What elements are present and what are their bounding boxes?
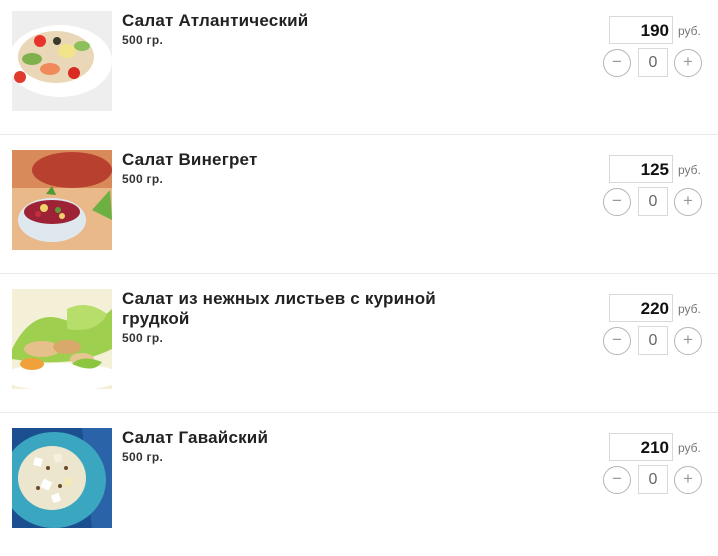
price-value: 220 [609,294,673,322]
product-item: Салат Атлантический 500 гр. 190 руб. − 0… [0,0,718,139]
quantity-input[interactable]: 0 [638,48,668,77]
product-weight: 500 гр. [122,450,164,464]
currency-label: руб. [678,302,701,316]
product-item: Салат Гавайский 500 гр. 210 руб. − 0 + [0,417,718,556]
decrease-quantity-button[interactable]: − [603,327,631,355]
item-divider [0,273,718,274]
product-image-salad-atlantic[interactable] [12,11,112,111]
product-title[interactable]: Салат Атлантический 500 гр. [122,11,492,48]
product-title[interactable]: Салат Винегрет 500 гр. [122,150,492,187]
product-weight: 500 гр. [122,331,164,345]
decrease-quantity-button[interactable]: − [603,49,631,77]
product-title[interactable]: Салат из нежных листьев с куриной грудко… [122,289,492,346]
product-name[interactable]: Салат Винегрет [122,150,258,169]
product-image-salad-chicken-leaves[interactable] [12,289,112,389]
currency-label: руб. [678,24,701,38]
decrease-quantity-button[interactable]: − [603,188,631,216]
product-item: Салат из нежных листьев с куриной грудко… [0,278,718,417]
price-value: 190 [609,16,673,44]
product-item: Салат Винегрет 500 гр. 125 руб. − 0 + [0,139,718,278]
product-weight: 500 гр. [122,33,164,47]
quantity-input[interactable]: 0 [638,187,668,216]
increase-quantity-button[interactable]: + [674,327,702,355]
item-divider [0,412,718,413]
increase-quantity-button[interactable]: + [674,188,702,216]
price-value: 210 [609,433,673,461]
product-name[interactable]: Салат Гавайский [122,428,268,447]
decrease-quantity-button[interactable]: − [603,466,631,494]
item-divider [0,134,718,135]
quantity-input[interactable]: 0 [638,326,668,355]
currency-label: руб. [678,163,701,177]
product-name[interactable]: Салат из нежных листьев с куриной грудко… [122,289,436,328]
quantity-input[interactable]: 0 [638,465,668,494]
product-title[interactable]: Салат Гавайский 500 гр. [122,428,492,465]
increase-quantity-button[interactable]: + [674,49,702,77]
product-weight: 500 гр. [122,172,164,186]
product-name[interactable]: Салат Атлантический [122,11,308,30]
currency-label: руб. [678,441,701,455]
product-image-salad-hawaiian[interactable] [12,428,112,528]
price-value: 125 [609,155,673,183]
increase-quantity-button[interactable]: + [674,466,702,494]
product-image-salad-vinaigrette[interactable] [12,150,112,250]
